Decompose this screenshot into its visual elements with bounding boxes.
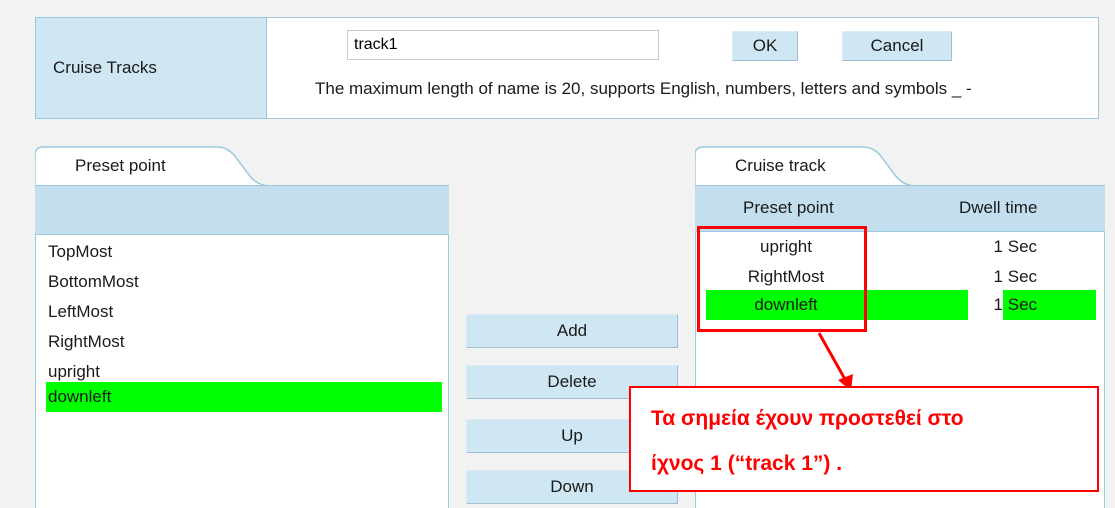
name-length-hint: The maximum length of name is 20, suppor…	[315, 79, 972, 98]
preset-point-item[interactable]: BottomMost	[46, 267, 442, 297]
track-name-input[interactable]	[347, 30, 659, 60]
preset-point-header	[35, 185, 449, 235]
dwell-unit: Sec	[1007, 237, 1038, 256]
dwell-value: 1	[993, 237, 1003, 256]
dwell-value-input[interactable]: 1	[968, 290, 1003, 320]
cruise-track-header: Preset point Dwell time	[695, 185, 1105, 232]
add-button[interactable]: Add	[466, 314, 678, 348]
dwell-value: 1	[993, 267, 1003, 286]
column-header-dwell-time: Dwell time	[959, 198, 1038, 217]
preset-point-item[interactable]: TopMost	[46, 237, 442, 267]
tab-cruise-track[interactable]: Cruise track	[735, 156, 826, 176]
preset-point-panel: Preset point TopMost BottomMost LeftMost…	[35, 145, 449, 508]
track-row-dwell: 1 Sec	[968, 262, 1038, 292]
column-header-preset-point: Preset point	[743, 198, 834, 217]
cruise-track-name-table: Cruise Tracks OK Cancel The maximum leng…	[35, 17, 1099, 119]
preset-point-item[interactable]: RightMost	[46, 327, 442, 357]
cruise-tracks-label: Cruise Tracks	[53, 58, 157, 77]
callout-line-2: ίχνος 1 (“track 1”) .	[651, 452, 843, 475]
highlight-box	[697, 226, 867, 332]
track-row-dwell: 1 Sec	[968, 290, 1037, 320]
track-row-dwell: 1 Sec	[968, 232, 1038, 262]
cruise-tracks-label-cell: Cruise Tracks	[36, 18, 267, 118]
dwell-unit: Sec	[1007, 295, 1038, 314]
ok-button[interactable]: OK	[732, 31, 798, 61]
callout-line-1: Τα σημεία έχουν προστεθεί στο	[651, 407, 964, 430]
cancel-button[interactable]: Cancel	[842, 31, 952, 61]
dwell-unit: Sec	[1007, 267, 1038, 286]
preset-point-item-selected[interactable]: downleft	[46, 382, 442, 412]
preset-point-item[interactable]: LeftMost	[46, 297, 442, 327]
preset-point-list: TopMost BottomMost LeftMost RightMost up…	[35, 235, 449, 508]
tab-preset-point[interactable]: Preset point	[75, 156, 166, 176]
annotation-callout: Τα σημεία έχουν προστεθεί στο ίχνος 1 (“…	[629, 386, 1099, 492]
